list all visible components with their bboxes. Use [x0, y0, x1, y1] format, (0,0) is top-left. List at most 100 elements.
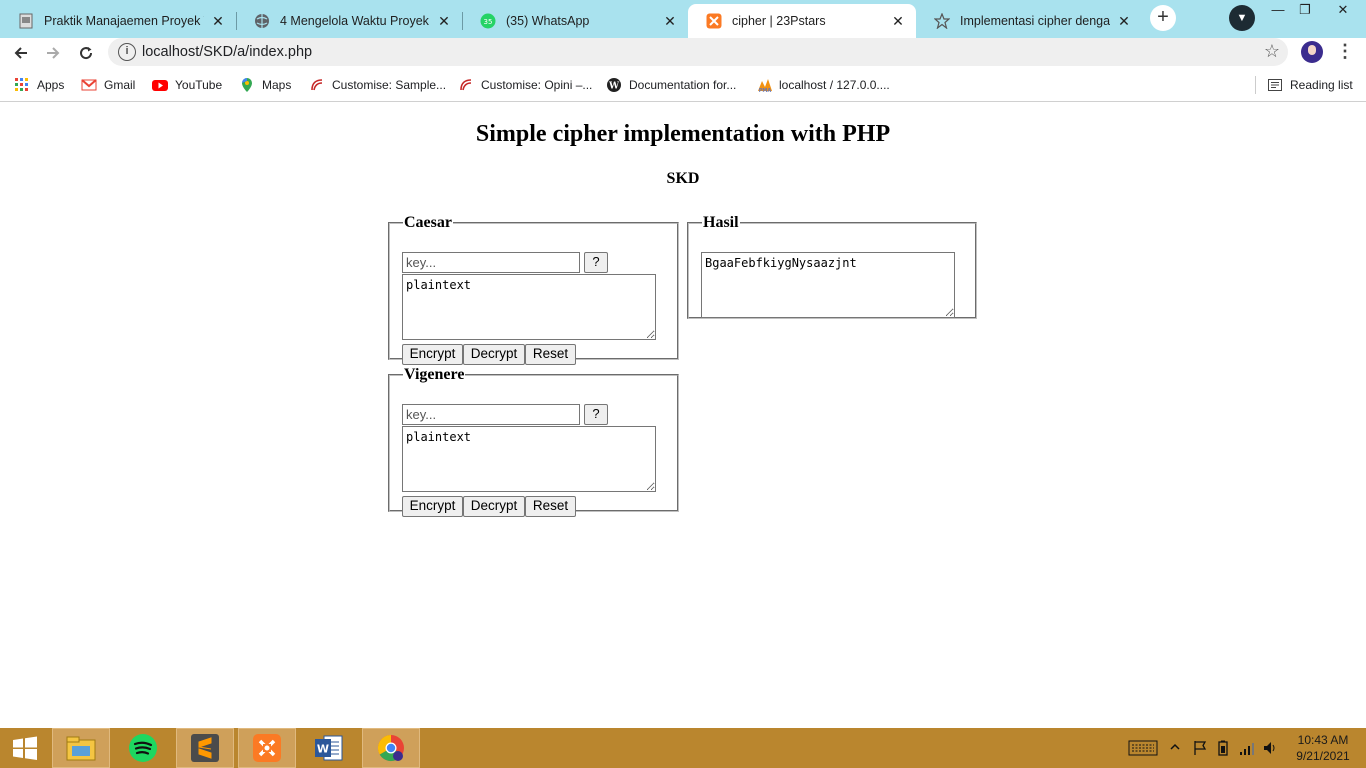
bookmark-apps[interactable]: Apps	[14, 76, 64, 94]
page-title: Simple cipher implementation with PHP	[475, 121, 891, 147]
window-close-button[interactable]: ✕	[1320, 0, 1366, 22]
tab-implementasi[interactable]: Implementasi cipher dengan PHP ✕	[916, 4, 1142, 38]
page-subtitle: SKD	[666, 170, 700, 187]
back-button[interactable]	[8, 40, 34, 66]
show-hidden-icons-icon[interactable]	[1170, 741, 1180, 755]
svg-text:35: 35	[484, 18, 493, 26]
minimize-button[interactable]: —	[1263, 0, 1293, 22]
wordpress-icon: W	[606, 77, 622, 93]
customise-icon	[458, 77, 474, 93]
caesar-text-input[interactable]: plaintext	[402, 274, 656, 340]
vigenere-reset-button[interactable]: Reset	[525, 496, 576, 517]
bookmark-gmail[interactable]: Gmail	[81, 76, 135, 94]
xampp-icon[interactable]	[238, 728, 296, 768]
caesar-fieldset: Caesar ? plaintext Encrypt Decrypt Reset	[388, 214, 679, 365]
phpmyadmin-icon: PMA	[756, 77, 772, 94]
file-explorer-icon[interactable]	[52, 728, 110, 768]
tab-whatsapp[interactable]: 35 (35) WhatsApp ✕	[462, 4, 688, 38]
bookmark-label: Documentation for...	[629, 78, 737, 92]
close-icon[interactable]: ✕	[662, 13, 678, 29]
gmail-icon	[81, 77, 97, 93]
clock-time: 10:43 AM	[1297, 733, 1349, 747]
browser-menu-icon[interactable]: ⋮	[1336, 41, 1354, 63]
url-text: localhost/SKD/a/index.php	[142, 44, 313, 60]
spotify-icon[interactable]	[114, 728, 172, 768]
tab-title: (35) WhatsApp	[506, 14, 590, 28]
vigenere-encrypt-button[interactable]: Encrypt	[402, 496, 463, 517]
vigenere-decrypt-button[interactable]: Decrypt	[463, 496, 525, 517]
bookmark-customise-sample[interactable]: Customise: Sample...	[309, 76, 446, 94]
tab-praktik[interactable]: Praktik Manajaemen Proyek TI ✕	[0, 4, 236, 38]
vigenere-fieldset: Vigenere ? plaintext Encrypt Decrypt Res…	[388, 366, 679, 517]
vigenere-legend: Vigenere	[404, 366, 465, 383]
bookmark-label: YouTube	[175, 78, 223, 92]
bookmark-label: Customise: Sample...	[332, 78, 447, 92]
svg-text:W: W	[317, 743, 329, 756]
document-icon	[18, 13, 34, 29]
close-icon[interactable]: ✕	[1116, 13, 1132, 29]
bookmark-label: Customise: Opini –...	[481, 78, 593, 92]
result-fieldset: Hasil BgaaFebfkiygNysaazjnt	[687, 214, 977, 319]
bookmarks-separator	[1255, 76, 1256, 94]
bookmark-label: Apps	[37, 78, 65, 92]
xampp-icon	[706, 13, 722, 29]
keyboard-icon[interactable]	[1128, 739, 1158, 760]
network-signal-icon[interactable]	[1239, 740, 1255, 759]
address-bar[interactable]: i localhost/SKD/a/index.php ☆	[108, 38, 1288, 66]
close-icon[interactable]: ✕	[890, 13, 906, 29]
bookmark-label: Gmail	[104, 78, 136, 92]
bookmark-documentation[interactable]: W Documentation for...	[606, 76, 736, 94]
result-output[interactable]: BgaaFebfkiygNysaazjnt	[701, 252, 955, 318]
vigenere-help-button[interactable]: ?	[584, 404, 608, 425]
svg-text:PMA: PMA	[759, 88, 772, 93]
profile-avatar[interactable]	[1301, 41, 1323, 63]
browser-tabstrip: Praktik Manajaemen Proyek TI ✕ 4 Mengelo…	[0, 0, 1366, 38]
bookmark-maps[interactable]: Maps	[239, 76, 291, 94]
close-icon[interactable]: ✕	[210, 13, 226, 29]
bookmark-localhost[interactable]: PMA localhost / 127.0.0....	[756, 76, 890, 94]
svg-text:W: W	[608, 82, 620, 92]
tab-mengelola[interactable]: 4 Mengelola Waktu Proyek.pdf ✕	[236, 4, 462, 38]
close-icon[interactable]: ✕	[436, 13, 452, 29]
flag-icon[interactable]	[1192, 740, 1208, 759]
whatsapp-icon: 35	[480, 13, 496, 29]
new-tab-button[interactable]: +	[1150, 5, 1176, 31]
bookmark-youtube[interactable]: YouTube	[152, 76, 222, 94]
reading-list-button[interactable]: Reading list	[1267, 76, 1353, 94]
bookmark-star-icon[interactable]: ☆	[1264, 41, 1280, 62]
page-content: Simple cipher implementation with PHP SK…	[0, 103, 1366, 728]
battery-icon[interactable]	[1215, 740, 1231, 759]
tab-title: Implementasi cipher dengan PHP	[960, 14, 1110, 28]
restore-button[interactable]: ❐	[1290, 0, 1320, 22]
tab-title: cipher | 23Pstars	[732, 14, 826, 28]
taskbar-clock[interactable]: 10:43 AM 9/21/2021	[1285, 732, 1361, 764]
browser-toolbar: i localhost/SKD/a/index.php ☆	[0, 38, 1366, 68]
reload-button[interactable]	[73, 40, 99, 66]
word-icon[interactable]: W	[300, 728, 358, 768]
reading-list-icon	[1267, 77, 1283, 93]
tab-title: 4 Mengelola Waktu Proyek.pdf	[280, 14, 430, 28]
caesar-reset-button[interactable]: Reset	[525, 344, 576, 365]
bookmark-label: Maps	[262, 78, 292, 92]
caesar-encrypt-button[interactable]: Encrypt	[402, 344, 463, 365]
caesar-decrypt-button[interactable]: Decrypt	[463, 344, 525, 365]
windows-taskbar: W 10:43 AM 9/21/2021	[0, 728, 1366, 768]
vigenere-text-input[interactable]: plaintext	[402, 426, 656, 492]
forward-button[interactable]	[40, 40, 66, 66]
bookmark-label: localhost / 127.0.0....	[779, 78, 890, 92]
volume-icon[interactable]	[1262, 740, 1278, 759]
vigenere-key-input[interactable]	[402, 404, 580, 425]
caesar-key-input[interactable]	[402, 252, 580, 273]
caesar-help-button[interactable]: ?	[584, 252, 608, 273]
sublime-text-icon[interactable]	[176, 728, 234, 768]
site-info-icon[interactable]: i	[118, 43, 136, 61]
tab-search-button[interactable]: ▼	[1229, 5, 1255, 31]
tab-title: Praktik Manajaemen Proyek TI	[44, 14, 204, 28]
result-legend: Hasil	[703, 214, 739, 231]
windows-start-button[interactable]	[0, 728, 50, 768]
globe-icon	[254, 13, 270, 29]
chrome-icon[interactable]	[362, 728, 420, 768]
tab-cipher-active[interactable]: cipher | 23Pstars ✕	[688, 4, 916, 38]
bookmark-customise-opini[interactable]: Customise: Opini –...	[458, 76, 592, 94]
reading-list-label: Reading list	[1290, 78, 1353, 92]
